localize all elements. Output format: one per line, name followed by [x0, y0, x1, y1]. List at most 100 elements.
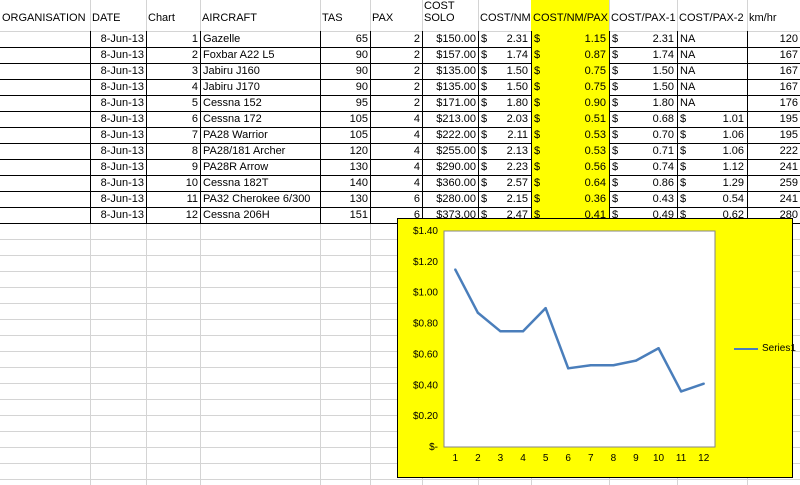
cell-cost-pax-2[interactable]: NA [677, 63, 747, 79]
cell-organisation[interactable] [0, 47, 90, 63]
cell-pax[interactable]: 4 [370, 111, 422, 127]
cell-organisation[interactable] [0, 31, 90, 47]
cell-chart[interactable]: 12 [146, 207, 200, 223]
cell-tas[interactable]: 90 [320, 79, 370, 95]
cell-cost-nm-pax[interactable]: $0.64 [531, 175, 609, 191]
cell-cost-pax-1[interactable]: $1.50 [609, 79, 677, 95]
cell-cost-solo[interactable]: $290.00 [422, 159, 478, 175]
cell-cost-nm-pax[interactable]: $0.75 [531, 63, 609, 79]
cell-cost-pax-2[interactable]: $1.29 [677, 175, 747, 191]
cell-cost-pax-1[interactable]: $0.70 [609, 127, 677, 143]
cell-tas[interactable]: 90 [320, 47, 370, 63]
cell-cost-nm[interactable]: $2.31 [478, 31, 531, 47]
header-cost-pax-2[interactable]: COST/PAX-2 [677, 12, 747, 24]
cell-cost-nm[interactable]: $2.03 [478, 111, 531, 127]
cell-tas[interactable]: 90 [320, 63, 370, 79]
cell-pax[interactable]: 4 [370, 127, 422, 143]
cell-cost-pax-1[interactable]: $0.68 [609, 111, 677, 127]
cell-aircraft[interactable]: Cessna 172 [200, 111, 320, 127]
cell-kmhr[interactable]: 259 [747, 175, 800, 191]
cell-chart[interactable]: 6 [146, 111, 200, 127]
cell-cost-solo[interactable]: $360.00 [422, 175, 478, 191]
cell-aircraft[interactable]: Foxbar A22 L5 [200, 47, 320, 63]
cell-aircraft[interactable]: Gazelle [200, 31, 320, 47]
cell-cost-pax-1[interactable]: $0.74 [609, 159, 677, 175]
header-cost-pax-1[interactable]: COST/PAX-1 [609, 12, 677, 24]
cell-organisation[interactable] [0, 63, 90, 79]
chart-area[interactable]: $- $0.20 $0.40 $0.60 $0.80 $1.00 $1.20 $1.40 1 2 3… [397, 218, 796, 478]
cell-aircraft[interactable]: PA28/181 Archer [200, 143, 320, 159]
header-date[interactable]: DATE [90, 12, 146, 24]
cell-cost-pax-1[interactable]: $1.80 [609, 95, 677, 111]
cell-pax[interactable]: 4 [370, 143, 422, 159]
cell-date[interactable]: 8-Jun-13 [90, 63, 146, 79]
cell-organisation[interactable] [0, 175, 90, 191]
cell-cost-pax-1[interactable]: $0.43 [609, 191, 677, 207]
cell-kmhr[interactable]: 176 [747, 95, 800, 111]
cell-kmhr[interactable]: 167 [747, 79, 800, 95]
cell-aircraft[interactable]: PA28 Warrior [200, 127, 320, 143]
cell-organisation[interactable] [0, 207, 90, 223]
cell-cost-pax-2[interactable]: $0.54 [677, 191, 747, 207]
cell-pax[interactable]: 6 [370, 191, 422, 207]
cell-tas[interactable]: 130 [320, 159, 370, 175]
cell-kmhr[interactable]: 167 [747, 63, 800, 79]
cell-kmhr[interactable]: 195 [747, 111, 800, 127]
cell-cost-solo[interactable]: $171.00 [422, 95, 478, 111]
cell-aircraft[interactable]: PA32 Cherokee 6/300 [200, 191, 320, 207]
cell-chart[interactable]: 10 [146, 175, 200, 191]
cell-organisation[interactable] [0, 191, 90, 207]
cell-cost-nm[interactable]: $2.57 [478, 175, 531, 191]
cell-cost-pax-1[interactable]: $2.31 [609, 31, 677, 47]
cell-pax[interactable]: 2 [370, 95, 422, 111]
cell-organisation[interactable] [0, 111, 90, 127]
cell-kmhr[interactable]: 241 [747, 191, 800, 207]
cell-aircraft[interactable]: PA28R Arrow [200, 159, 320, 175]
cell-pax[interactable]: 2 [370, 63, 422, 79]
cell-chart[interactable]: 9 [146, 159, 200, 175]
cell-cost-pax-2[interactable]: NA [677, 95, 747, 111]
cell-cost-nm[interactable]: $2.15 [478, 191, 531, 207]
cell-cost-nm-pax[interactable]: $0.51 [531, 111, 609, 127]
cell-date[interactable]: 8-Jun-13 [90, 127, 146, 143]
cell-pax[interactable]: 4 [370, 175, 422, 191]
cell-cost-nm-pax[interactable]: $1.15 [531, 31, 609, 47]
cell-cost-pax-2[interactable]: NA [677, 79, 747, 95]
cell-kmhr[interactable]: 195 [747, 127, 800, 143]
cell-cost-nm-pax[interactable]: $0.56 [531, 159, 609, 175]
cell-organisation[interactable] [0, 143, 90, 159]
cell-kmhr[interactable]: 241 [747, 159, 800, 175]
cell-cost-nm-pax[interactable]: $0.75 [531, 79, 609, 95]
cell-cost-solo[interactable]: $135.00 [422, 63, 478, 79]
cell-chart[interactable]: 11 [146, 191, 200, 207]
header-cost-nm-pax[interactable]: COST/NM/PAX [531, 0, 609, 31]
cell-chart[interactable]: 8 [146, 143, 200, 159]
cell-tas[interactable]: 140 [320, 175, 370, 191]
cell-aircraft[interactable]: Jabiru J170 [200, 79, 320, 95]
cell-cost-nm[interactable]: $1.74 [478, 47, 531, 63]
cell-cost-pax-2[interactable]: $1.06 [677, 127, 747, 143]
cell-aircraft[interactable]: Cessna 206H [200, 207, 320, 223]
header-pax[interactable]: PAX [370, 12, 422, 24]
cell-organisation[interactable] [0, 95, 90, 111]
cell-pax[interactable]: 4 [370, 159, 422, 175]
cell-cost-pax-2[interactable]: $1.12 [677, 159, 747, 175]
cell-date[interactable]: 8-Jun-13 [90, 143, 146, 159]
cell-kmhr[interactable]: 120 [747, 31, 800, 47]
cell-tas[interactable]: 105 [320, 127, 370, 143]
cell-cost-solo[interactable]: $280.00 [422, 191, 478, 207]
cell-chart[interactable]: 3 [146, 63, 200, 79]
cell-chart[interactable]: 5 [146, 95, 200, 111]
cell-date[interactable]: 8-Jun-13 [90, 95, 146, 111]
cell-cost-nm[interactable]: $2.13 [478, 143, 531, 159]
cell-chart[interactable]: 7 [146, 127, 200, 143]
cell-kmhr[interactable]: 167 [747, 47, 800, 63]
cell-chart[interactable]: 2 [146, 47, 200, 63]
cell-aircraft[interactable]: Jabiru J160 [200, 63, 320, 79]
header-organisation[interactable]: ORGANISATION [0, 12, 90, 24]
cell-cost-pax-1[interactable]: $1.74 [609, 47, 677, 63]
cell-cost-pax-2[interactable]: $1.01 [677, 111, 747, 127]
cell-cost-solo[interactable]: $255.00 [422, 143, 478, 159]
cell-cost-nm[interactable]: $1.80 [478, 95, 531, 111]
cell-date[interactable]: 8-Jun-13 [90, 111, 146, 127]
